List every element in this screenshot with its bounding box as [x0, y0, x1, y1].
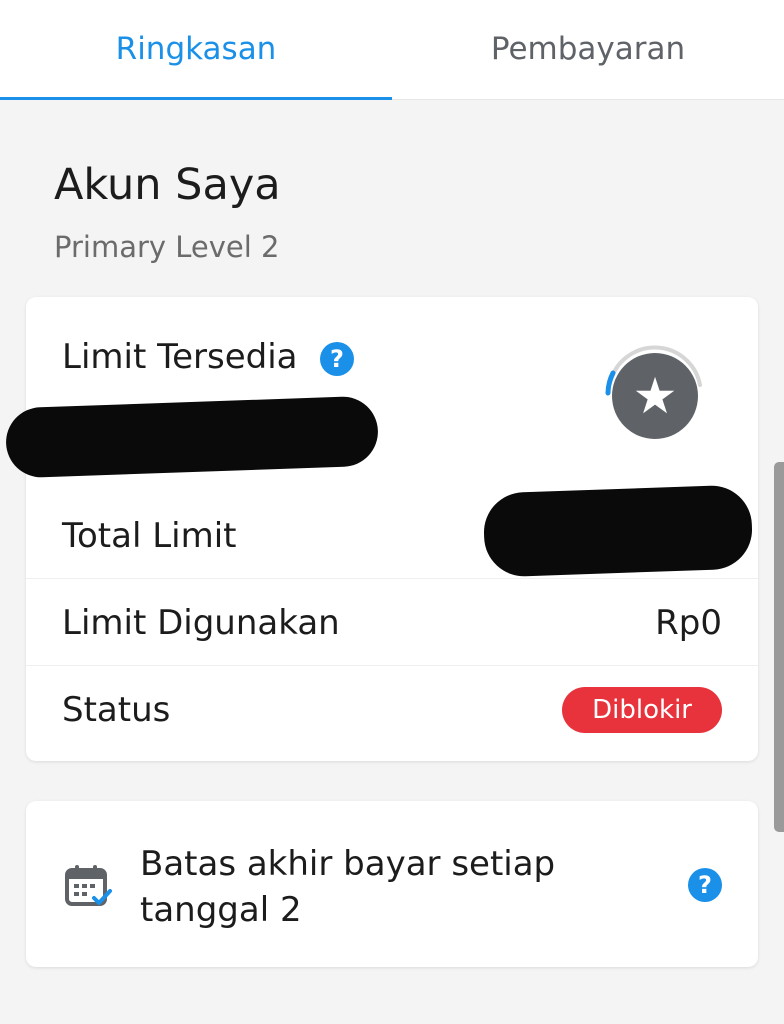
page-title: Akun Saya — [54, 160, 281, 210]
status-label: Status — [62, 690, 171, 730]
question-icon[interactable]: ? — [320, 342, 354, 376]
status-badge: Diblokir — [562, 687, 722, 733]
redacted-available-limit — [4, 395, 380, 479]
used-limit-row: Limit Digunakan Rp0 — [26, 580, 758, 666]
level-badge[interactable]: ★ — [594, 335, 712, 453]
status-row: Status Diblokir — [26, 667, 758, 753]
tab-ringkasan[interactable]: Ringkasan — [0, 0, 392, 100]
app-screen: Ringkasan Pembayaran Akun Saya Primary L… — [0, 0, 784, 1024]
used-limit-label: Limit Digunakan — [62, 602, 340, 643]
used-limit-value: Rp0 — [655, 602, 722, 643]
star-icon: ★ — [612, 353, 698, 439]
account-level: Primary Level 2 — [54, 230, 280, 264]
limit-card: Limit Tersedia ? ★ Total Limit Limit Dig… — [4, 297, 758, 761]
redacted-total-limit — [482, 484, 754, 578]
total-limit-label: Total Limit — [62, 515, 237, 556]
calendar-icon — [65, 865, 112, 906]
due-date-card: Batas akhir bayar setiap tanggal 2 ? — [26, 801, 758, 967]
tab-bar: Ringkasan Pembayaran — [0, 0, 784, 100]
available-limit-label: Limit Tersedia — [62, 337, 298, 377]
question-icon[interactable]: ? — [688, 868, 722, 902]
tab-pembayaran[interactable]: Pembayaran — [392, 0, 784, 99]
due-date-text: Batas akhir bayar setiap tanggal 2 — [140, 844, 556, 930]
scrollbar[interactable] — [774, 462, 784, 832]
